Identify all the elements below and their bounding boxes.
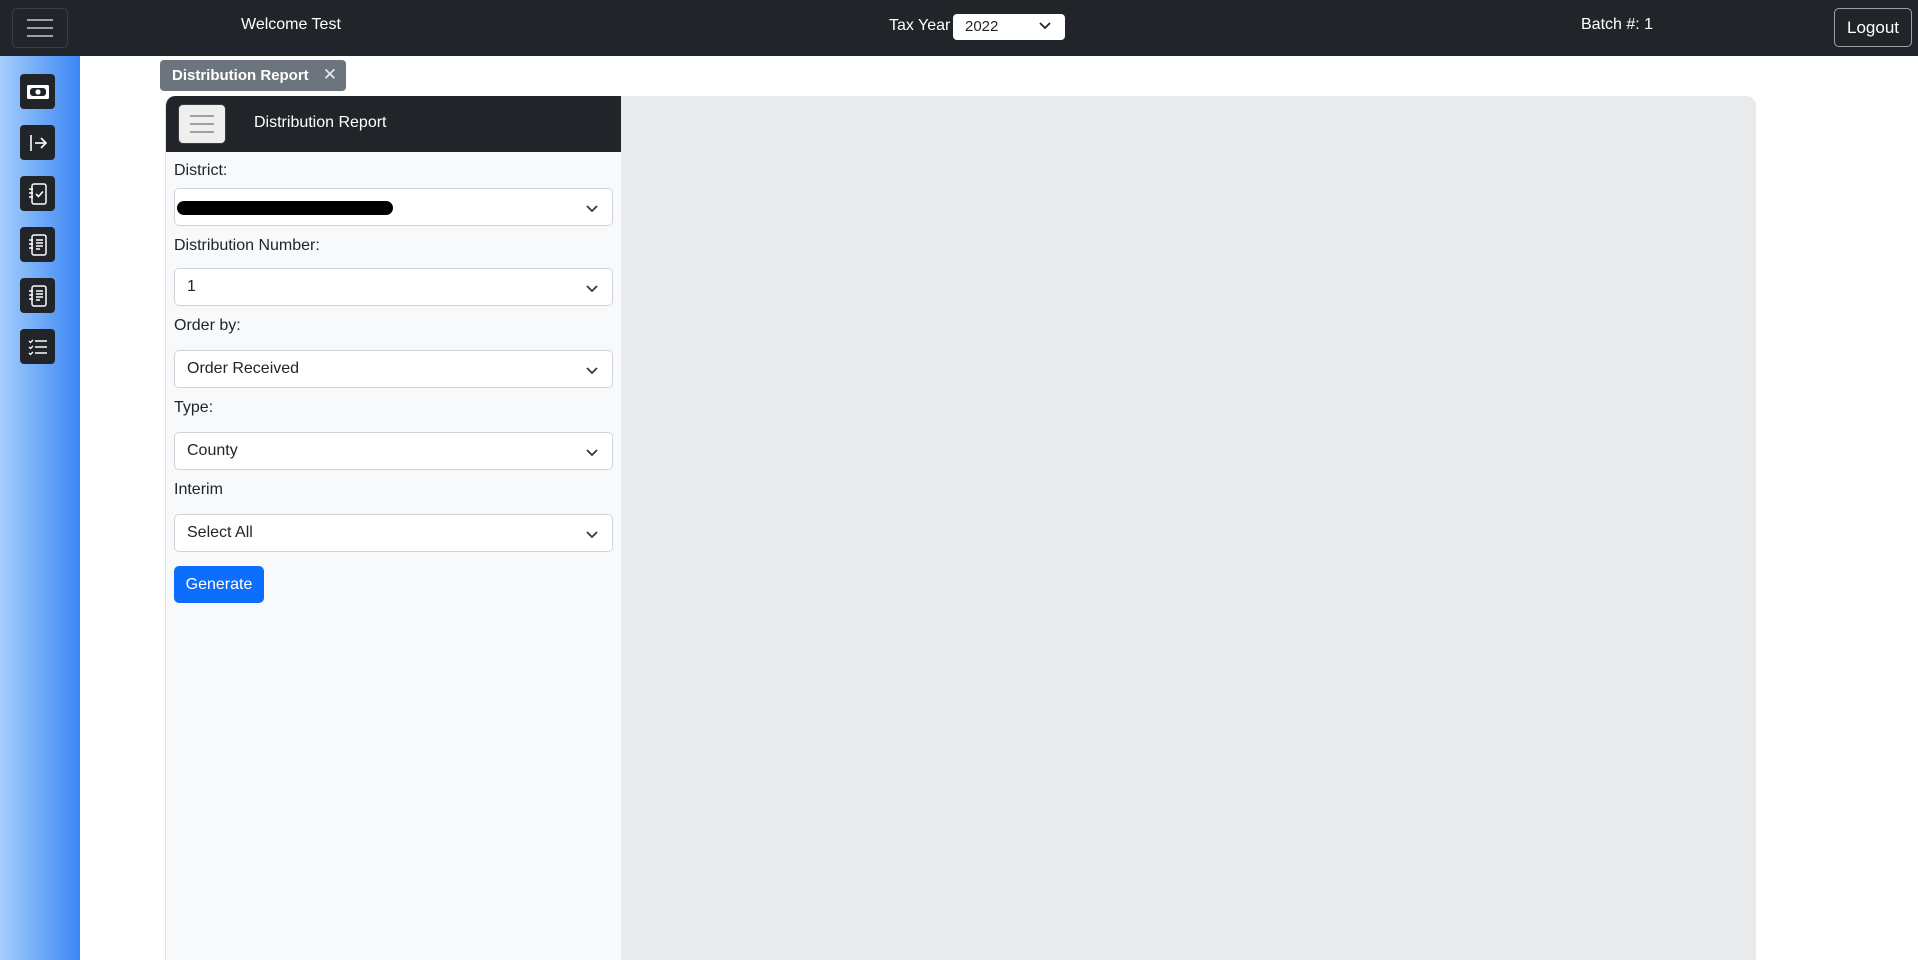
main-menu-toggle[interactable] <box>12 8 68 48</box>
chevron-down-icon <box>586 367 598 375</box>
report-options-panel: Distribution Report District: Distributi… <box>165 96 621 960</box>
distribution-number-value: 1 <box>187 278 196 295</box>
order-by-value: Order Received <box>187 360 300 377</box>
distribution-number-select[interactable]: 1 <box>174 268 613 306</box>
interim-label: Interim <box>174 481 223 498</box>
batch-number: Batch #: 1 <box>1581 16 1654 33</box>
logout-button[interactable]: Logout <box>1834 8 1912 47</box>
chevron-down-icon <box>586 449 598 457</box>
sidebar-item-report-2[interactable] <box>20 278 55 313</box>
interim-value: Select All <box>187 524 253 541</box>
top-navbar: Welcome Test Tax Year 2022 Batch #: 1 Lo… <box>0 0 1918 56</box>
panel-header: Distribution Report <box>166 96 621 152</box>
tax-year-select[interactable]: 2022 <box>953 14 1065 40</box>
type-label: Type: <box>174 399 214 416</box>
cash-icon <box>26 84 49 99</box>
sidebar-item-list[interactable] <box>20 329 55 364</box>
type-select[interactable]: County <box>174 432 613 470</box>
order-by-label: Order by: <box>174 317 241 334</box>
sidebar <box>0 56 80 960</box>
welcome-text: Welcome Test <box>241 16 341 33</box>
tax-year-value: 2022 <box>965 18 999 35</box>
report-form: District: Distribution Number: 1 Order b… <box>166 152 621 603</box>
journal-text-icon <box>28 233 47 256</box>
chevron-down-icon <box>586 531 598 539</box>
order-by-select[interactable]: Order Received <box>174 350 613 388</box>
close-icon[interactable]: ✕ <box>323 65 337 85</box>
panel-menu-toggle[interactable] <box>178 104 226 144</box>
chevron-down-icon <box>586 205 598 213</box>
sidebar-item-checklist[interactable] <box>20 176 55 211</box>
chevron-down-icon <box>586 285 598 293</box>
district-label: District: <box>174 162 228 179</box>
hamburger-icon <box>190 115 214 133</box>
redacted-value <box>177 201 393 215</box>
tax-year-label: Tax Year <box>889 17 951 34</box>
hamburger-icon <box>27 19 53 37</box>
district-select[interactable] <box>174 188 613 226</box>
distribution-number-label: Distribution Number: <box>174 237 320 254</box>
sidebar-item-cash[interactable] <box>20 74 55 109</box>
sidebar-item-export[interactable] <box>20 125 55 160</box>
tab-label: Distribution Report <box>172 67 309 84</box>
sidebar-item-report-1[interactable] <box>20 227 55 262</box>
interim-select[interactable]: Select All <box>174 514 613 552</box>
type-value: County <box>187 442 238 459</box>
generate-button[interactable]: Generate <box>174 566 264 603</box>
chevron-down-icon <box>1039 22 1051 30</box>
journal-text-icon <box>28 284 47 307</box>
box-arrow-right-icon <box>29 134 47 151</box>
journal-check-icon <box>28 182 47 205</box>
list-check-icon <box>28 339 47 355</box>
tab-distribution-report[interactable]: Distribution Report ✕ <box>160 60 346 91</box>
panel-title: Distribution Report <box>254 114 387 131</box>
